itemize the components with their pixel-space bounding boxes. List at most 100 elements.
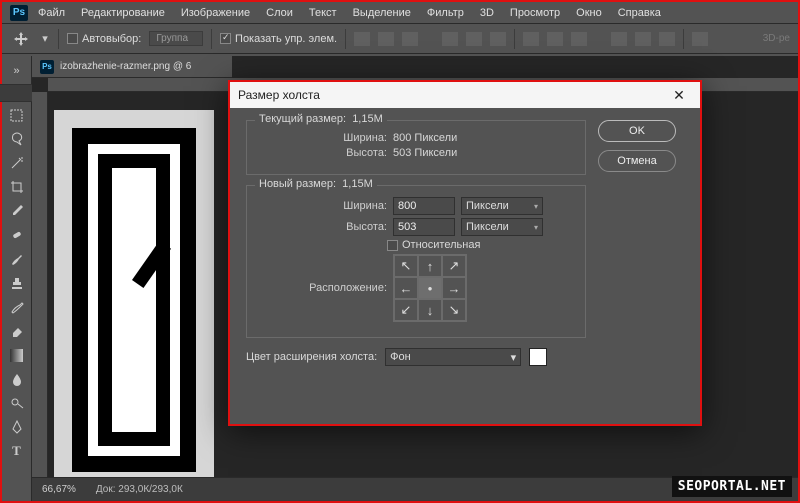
marquee-tool[interactable] <box>5 104 29 126</box>
align-icon[interactable] <box>490 32 506 46</box>
canvas-size-dialog: Размер холста ✕ Текущий размер: 1,15M Ши… <box>228 80 702 426</box>
height-unit-value: Пиксели <box>466 221 509 233</box>
magic-wand-tool[interactable] <box>5 152 29 174</box>
watermark: SEOPORTAL.NET <box>672 476 792 497</box>
current-height-value: 503 Пиксели <box>393 147 457 159</box>
show-controls-label: Показать упр. элем. <box>235 33 337 45</box>
menu-view[interactable]: Просмотр <box>510 7 560 19</box>
anchor-n[interactable]: ↑ <box>418 255 442 277</box>
width-input[interactable] <box>393 197 455 215</box>
menu-window[interactable]: Окно <box>576 7 602 19</box>
height-unit-dropdown[interactable]: Пиксели ▾ <box>461 218 543 236</box>
extension-color-dropdown[interactable]: Фон ▾ <box>385 348 521 366</box>
anchor-w[interactable]: ← <box>394 277 418 299</box>
ok-button[interactable]: OK <box>598 120 676 142</box>
history-brush-tool[interactable] <box>5 296 29 318</box>
pen-tool[interactable] <box>5 416 29 438</box>
anchor-e[interactable]: → <box>442 277 466 299</box>
chevron-down-icon: ▾ <box>534 202 538 211</box>
autoselect-checkbox[interactable]: Автовыбор: <box>67 33 141 45</box>
chevron-down-icon: ▾ <box>534 223 538 232</box>
autoselect-label: Автовыбор: <box>82 33 141 45</box>
dialog-title: Размер холста <box>238 88 320 102</box>
dialog-titlebar[interactable]: Размер холста ✕ <box>230 82 700 108</box>
lasso-tool[interactable] <box>5 128 29 150</box>
align-icon[interactable] <box>354 32 370 46</box>
separator <box>514 29 515 49</box>
anchor-sw[interactable]: ↙ <box>394 299 418 321</box>
menu-edit[interactable]: Редактирование <box>81 7 165 19</box>
healing-tool[interactable] <box>5 224 29 246</box>
document-tab[interactable]: Ps izobrazhenie-razmer.png @ 6 <box>32 56 232 78</box>
zoom-level[interactable]: 66,67% <box>42 484 76 495</box>
height-input[interactable] <box>393 218 455 236</box>
options-bar: ▾ Автовыбор: Группа Показать упр. элем. … <box>2 24 798 54</box>
separator <box>58 29 59 49</box>
show-controls-checkbox[interactable]: Показать упр. элем. <box>220 33 337 45</box>
anchor-center[interactable]: • <box>418 277 442 299</box>
dodge-tool[interactable] <box>5 392 29 414</box>
menu-type[interactable]: Текст <box>309 7 337 19</box>
eyedropper-tool[interactable] <box>5 200 29 222</box>
align-icon[interactable] <box>378 32 394 46</box>
current-height-label: Высота: <box>257 147 387 159</box>
distribute-icon[interactable] <box>635 32 651 46</box>
anchor-s[interactable]: ↓ <box>418 299 442 321</box>
anchor-ne[interactable]: ↗ <box>442 255 466 277</box>
new-size-value: 1,15M <box>342 178 373 190</box>
gradient-tool[interactable] <box>5 344 29 366</box>
type-tool[interactable]: T <box>5 440 29 462</box>
stamp-tool[interactable] <box>5 272 29 294</box>
document-info[interactable]: Док: 293,0К/293,0К <box>96 484 183 495</box>
crop-tool[interactable] <box>5 176 29 198</box>
anchor-grid[interactable]: ↖↑↗ ←•→ ↙↓↘ <box>393 254 467 322</box>
align-icon[interactable] <box>442 32 458 46</box>
relative-checkbox[interactable]: Относительная <box>387 239 480 251</box>
chevron-down-icon[interactable]: ▾ <box>40 28 50 50</box>
current-size-legend: Текущий размер: <box>259 113 346 125</box>
canvas[interactable] <box>54 110 214 490</box>
menu-file[interactable]: Файл <box>38 7 65 19</box>
new-height-label: Высота: <box>257 221 387 233</box>
extension-color-swatch[interactable] <box>529 348 547 366</box>
align-icon[interactable] <box>466 32 482 46</box>
anchor-nw[interactable]: ↖ <box>394 255 418 277</box>
extension-color-label: Цвет расширения холста: <box>246 351 377 363</box>
distribute-icon[interactable] <box>659 32 675 46</box>
current-width-label: Ширина: <box>257 132 387 144</box>
move-tool-icon[interactable] <box>10 28 32 50</box>
align-icon[interactable] <box>402 32 418 46</box>
distribute-icon[interactable] <box>611 32 627 46</box>
file-type-icon: Ps <box>40 60 54 74</box>
toolbox: » T <box>2 56 32 501</box>
menu-layer[interactable]: Слои <box>266 7 293 19</box>
new-size-legend: Новый размер: <box>259 178 336 190</box>
distribute-icon[interactable] <box>571 32 587 46</box>
menu-select[interactable]: Выделение <box>353 7 411 19</box>
menu-3d[interactable]: 3D <box>480 7 494 19</box>
anchor-label: Расположение: <box>257 282 387 294</box>
misc-icon[interactable] <box>692 32 708 46</box>
menu-filter[interactable]: Фильтр <box>427 7 464 19</box>
menu-bar: Ps Файл Редактирование Изображение Слои … <box>2 2 798 24</box>
anchor-se[interactable]: ↘ <box>442 299 466 321</box>
ruler-vertical[interactable] <box>32 92 48 477</box>
current-width-value: 800 Пиксели <box>393 132 457 144</box>
blur-tool[interactable] <box>5 368 29 390</box>
extension-color-value: Фон <box>390 351 411 363</box>
menu-help[interactable]: Справка <box>618 7 661 19</box>
distribute-icon[interactable] <box>523 32 539 46</box>
new-width-label: Ширина: <box>257 200 387 212</box>
cancel-button[interactable]: Отмена <box>598 150 676 172</box>
close-icon[interactable]: ✕ <box>666 87 692 104</box>
brush-tool[interactable] <box>5 248 29 270</box>
width-unit-dropdown[interactable]: Пиксели ▾ <box>461 197 543 215</box>
tab-title: izobrazhenie-razmer.png @ 6 <box>60 61 191 72</box>
expand-icon[interactable]: » <box>5 60 29 82</box>
chevron-down-icon: ▾ <box>511 351 517 364</box>
autoselect-dropdown[interactable]: Группа <box>149 31 203 46</box>
width-unit-value: Пиксели <box>466 200 509 212</box>
distribute-icon[interactable] <box>547 32 563 46</box>
menu-image[interactable]: Изображение <box>181 7 250 19</box>
eraser-tool[interactable] <box>5 320 29 342</box>
